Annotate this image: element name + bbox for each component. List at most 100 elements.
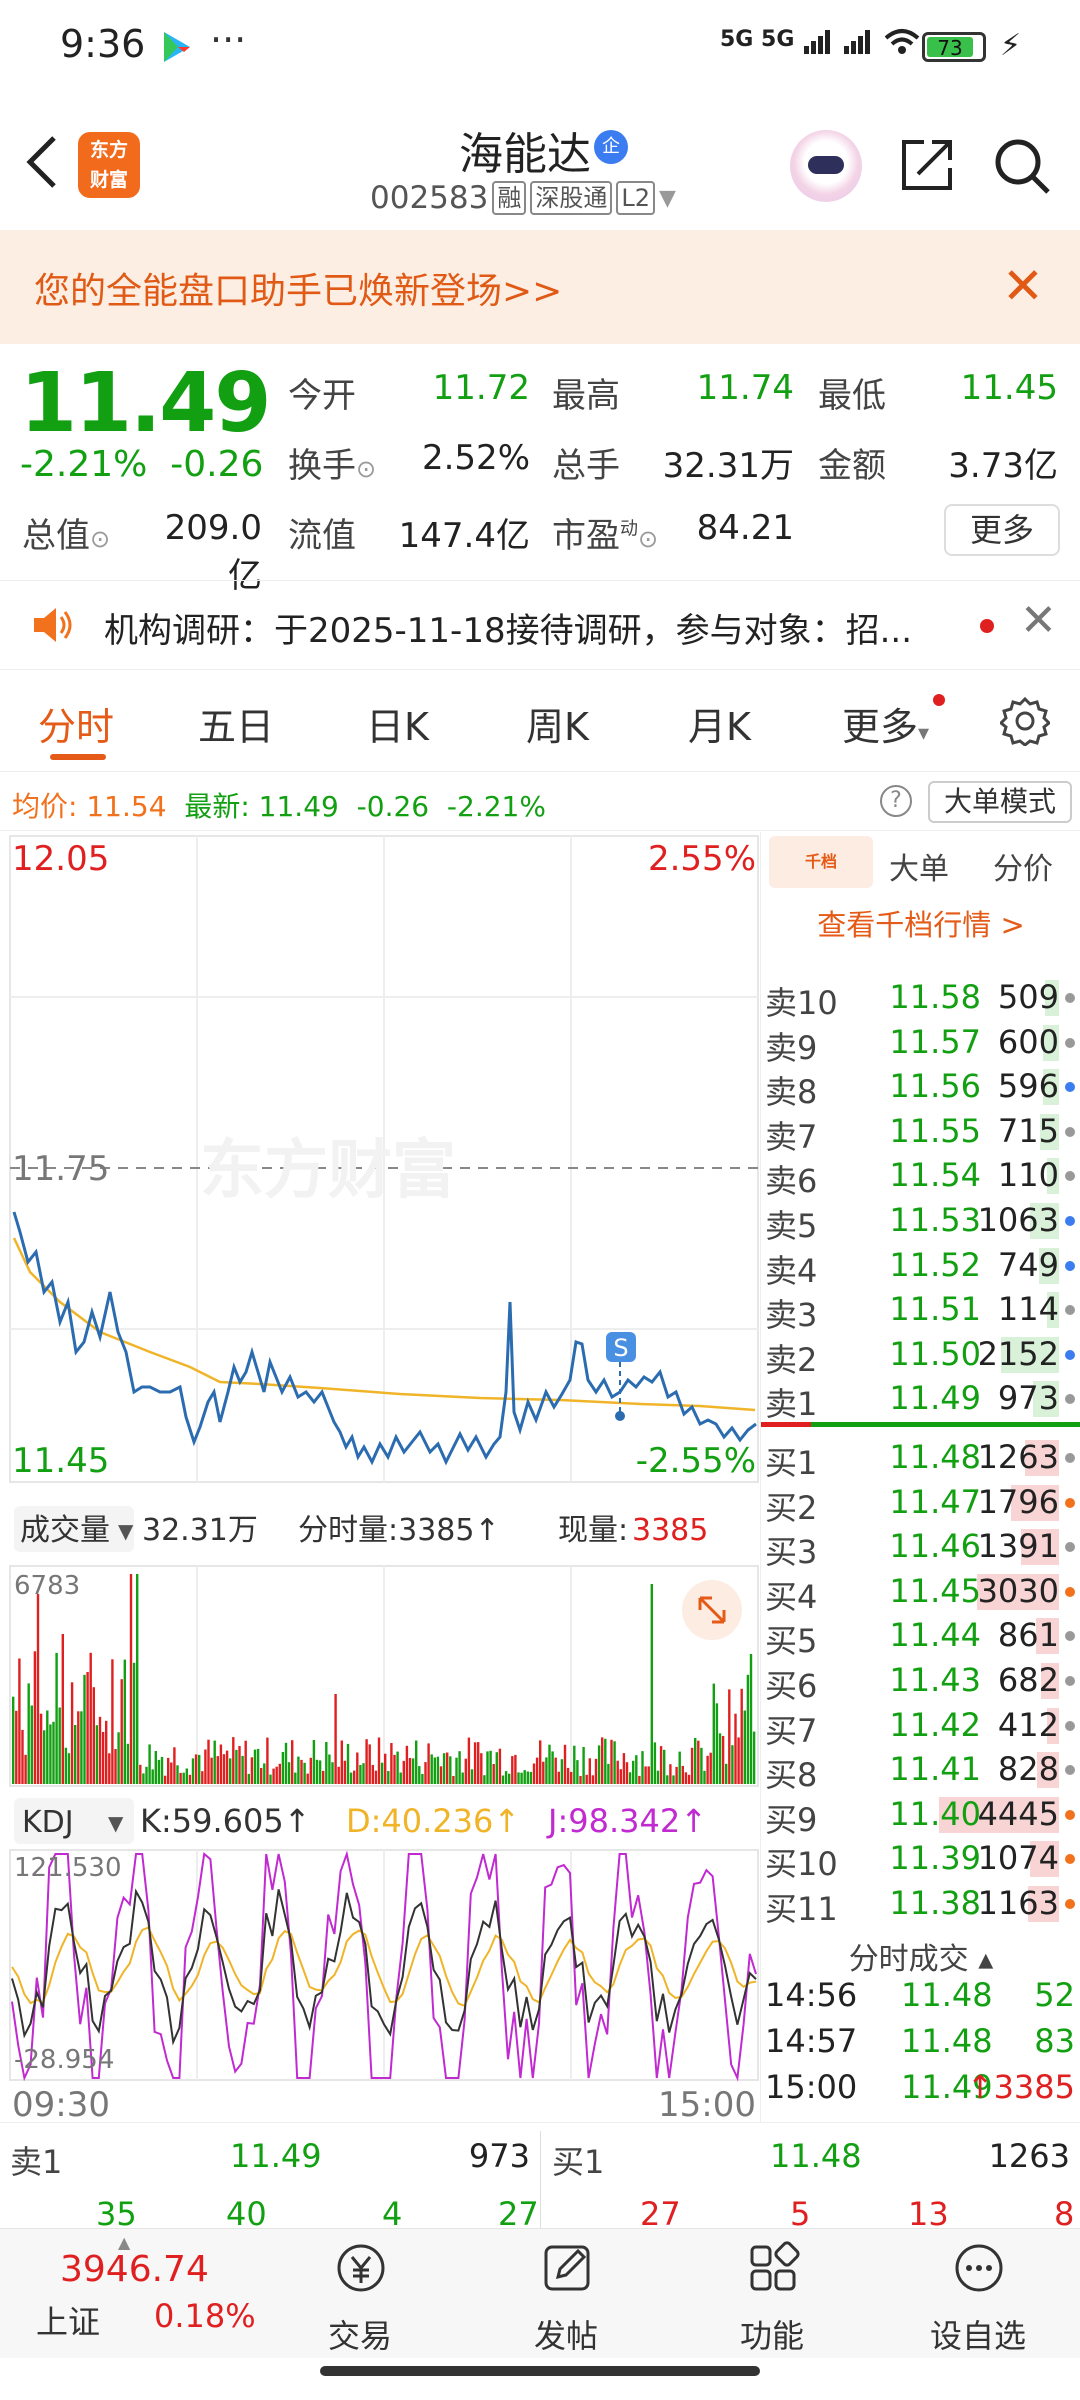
enterprise-badge: 企 <box>594 130 628 164</box>
bid-row[interactable]: 买9 11.40 4445 <box>761 1793 1080 1839</box>
nav-trade[interactable]: 交易 <box>280 2229 440 2359</box>
intraday-chart-area[interactable]: 东方财富 12.05 2.55% 11.75 11.45 -2.55% S 成交… <box>0 832 760 2125</box>
volume-bar <box>526 1771 529 1784</box>
volume-bar <box>442 1753 446 1784</box>
bid-row[interactable]: 买2 11.47 1796 <box>761 1481 1080 1527</box>
ask-row[interactable]: 卖4 11.52 749 <box>761 1244 1080 1290</box>
volume-bar <box>548 1744 551 1784</box>
ask-row[interactable]: 卖7 11.55 715 <box>761 1110 1080 1156</box>
intraday-chart-svg[interactable]: 东方财富 12.05 2.55% 11.75 11.45 -2.55% S 成交… <box>0 832 760 2125</box>
close-icon[interactable]: ✕ <box>1020 595 1057 646</box>
volume-bar <box>188 1774 192 1784</box>
tab-intraday[interactable]: 分时 <box>38 696 114 751</box>
index-ticker[interactable]: 3946.74 上证 0.18% ▲ <box>0 2229 270 2359</box>
ask-row[interactable]: 卖6 11.54 110 <box>761 1154 1080 1200</box>
status-time: 9:36 <box>60 22 146 66</box>
level-price: 11.49 <box>889 1379 981 1418</box>
ask-row[interactable]: 卖9 11.57 600 <box>761 1021 1080 1067</box>
ask-row[interactable]: 卖10 11.58 509 <box>761 976 1080 1022</box>
tick-trades-header[interactable]: 分时成交 ▴ <box>761 1934 1080 1978</box>
ask-row[interactable]: 卖1 11.49 973 <box>761 1377 1080 1423</box>
volume-bar <box>340 1740 343 1784</box>
nav-post[interactable]: 发帖 <box>486 2229 646 2359</box>
bid-row[interactable]: 买10 11.39 1074 <box>761 1837 1080 1883</box>
index-value: 3946.74 <box>60 2249 209 2290</box>
level-label: 卖4 <box>765 1251 818 1290</box>
volume-bar <box>604 1738 607 1784</box>
volume-bar <box>635 1755 638 1784</box>
help-icon[interactable]: ? <box>880 785 912 817</box>
more-fields-button[interactable]: 更多 <box>944 504 1060 556</box>
volume-bar <box>455 1757 458 1784</box>
level-price: 11.47 <box>889 1482 981 1521</box>
volume-bar <box>687 1774 691 1784</box>
volume-bar <box>495 1752 498 1784</box>
share-icon[interactable] <box>898 136 956 194</box>
tab-thousand-levels[interactable]: 千档 <box>769 836 873 888</box>
tab-more[interactable]: 更多▾ <box>842 696 929 751</box>
avg-price-text: 均价: 11.54 最新: 11.49 -0.26 -2.21% <box>12 790 546 823</box>
value-low: 11.45 <box>960 368 1058 408</box>
label-market-cap[interactable]: 总值⊙ <box>22 508 110 557</box>
level-price: 11.53 <box>889 1201 981 1239</box>
volume-bar <box>43 1730 46 1784</box>
bid-row[interactable]: 买8 11.41 828 <box>761 1748 1080 1794</box>
ask-row[interactable]: 卖5 11.53 1063 <box>761 1199 1080 1245</box>
big-order-mode-button[interactable]: 大单模式 <box>928 781 1072 823</box>
gear-icon[interactable] <box>1000 696 1050 746</box>
kdj-min-label: -28.954 <box>14 2045 114 2075</box>
tab-daily-k[interactable]: 日K <box>366 696 429 751</box>
bid-row[interactable]: 买4 11.45 3030 <box>761 1570 1080 1616</box>
stock-code-row[interactable]: 002583 融 深股通 L2 ▼ <box>370 180 676 216</box>
tab-weekly-k[interactable]: 周K <box>526 696 589 751</box>
volume-bar <box>523 1770 526 1784</box>
promo-banner-text[interactable]: 您的全能盘口助手已焕新登场>> <box>34 262 562 314</box>
assistant-robot-icon[interactable] <box>790 130 862 202</box>
volume-bar <box>613 1741 616 1784</box>
volume-bar <box>126 1743 130 1784</box>
volume-bar <box>325 1742 328 1784</box>
kdj-max-label: 121.530 <box>14 1853 122 1883</box>
bid-row[interactable]: 买7 11.42 412 <box>761 1704 1080 1750</box>
tag-margin: 融 <box>492 181 527 215</box>
volume-bar <box>752 1731 756 1784</box>
volume-bar <box>83 1674 86 1784</box>
bid-row[interactable]: 买5 11.44 861 <box>761 1614 1080 1660</box>
bid-row[interactable]: 买3 11.46 1391 <box>761 1525 1080 1571</box>
change-amount: -0.26 <box>170 444 264 485</box>
tab-price-breakdown[interactable]: 分价 <box>993 844 1053 888</box>
ask-row[interactable]: 卖2 11.50 2152 <box>761 1333 1080 1379</box>
volume-bar <box>424 1762 427 1784</box>
bid-row[interactable]: 买6 11.43 682 <box>761 1659 1080 1705</box>
search-icon[interactable] <box>992 136 1052 196</box>
ask-row[interactable]: 卖3 11.51 114 <box>761 1288 1080 1334</box>
volume-bar <box>408 1758 412 1784</box>
notice-bar[interactable]: 机构调研：于2025-11-18接待调研，参与对象：招... ✕ <box>0 580 1080 670</box>
volume-bar <box>377 1737 381 1784</box>
notice-text[interactable]: 机构调研：于2025-11-18接待调研，参与对象：招... <box>104 603 964 652</box>
nav-add-watchlist[interactable]: 设自选 <box>898 2229 1058 2359</box>
volume-bar <box>374 1770 378 1784</box>
tag-l2: L2 <box>616 181 655 215</box>
k-value: K:59.605↑ <box>140 1802 311 1840</box>
volume-bar <box>70 1682 74 1784</box>
promo-banner[interactable]: 您的全能盘口助手已焕新登场>> ✕ <box>0 230 1080 344</box>
close-icon[interactable]: ✕ <box>1002 256 1044 316</box>
tab-five-day[interactable]: 五日 <box>198 696 274 751</box>
status-dot <box>1065 1765 1075 1776</box>
tab-monthly-k[interactable]: 月K <box>688 696 751 751</box>
view-thousand-levels-link[interactable]: 查看千档行情 > <box>761 902 1080 944</box>
bid-row[interactable]: 买1 11.48 1263 <box>761 1436 1080 1482</box>
label-pe[interactable]: 市盈动⊙ <box>552 508 658 557</box>
nav-functions[interactable]: 功能 <box>692 2229 852 2359</box>
volume-bar <box>132 1662 136 1784</box>
label-turnover[interactable]: 换手⊙ <box>288 438 376 487</box>
home-indicator <box>320 2366 760 2376</box>
level-label: 买8 <box>765 1756 818 1795</box>
tab-big-orders[interactable]: 大单 <box>889 844 949 888</box>
volume-bar <box>684 1772 688 1784</box>
tick-trade-row: 15:00 11.49 ↑3385 <box>761 2068 1080 2112</box>
ask-row[interactable]: 卖8 11.56 596 <box>761 1065 1080 1111</box>
volume-bar <box>253 1749 257 1784</box>
bid-row[interactable]: 买11 11.38 1163 <box>761 1882 1080 1928</box>
